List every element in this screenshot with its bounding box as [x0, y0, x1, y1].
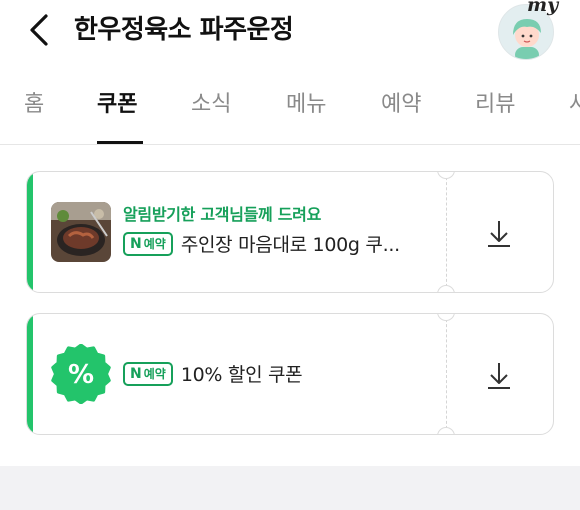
download-icon: [488, 221, 510, 247]
naver-reservation-badge: N 예약: [123, 231, 173, 256]
coupon-card[interactable]: % N 예약 10% 할인 쿠폰: [26, 313, 554, 435]
badge-n-letter: N: [130, 235, 142, 252]
coupon-card[interactable]: 알림받기한 고객님들께 드려요 N 예약 주인장 마음대로 100g 쿠...: [26, 171, 554, 293]
active-tab-indicator: [97, 141, 143, 144]
tab-menu[interactable]: 메뉴: [286, 88, 326, 122]
back-button[interactable]: [24, 10, 58, 50]
coupon-promo-text: 알림받기한 고객님들께 드려요: [123, 205, 322, 224]
tab-home[interactable]: 홈: [24, 88, 44, 122]
download-button[interactable]: [467, 353, 531, 397]
tab-news[interactable]: 소식: [191, 88, 231, 122]
badge-n-letter: N: [130, 365, 142, 382]
percent-icon: %: [51, 343, 111, 405]
coupon-accent-bar: [27, 172, 33, 292]
section-separator: [0, 466, 580, 510]
coupon-divider: [446, 314, 447, 434]
coupon-notch-bottom: [437, 285, 455, 292]
header: 한우정육소 파주운정 my: [0, 0, 580, 64]
page-title: 한우정육소 파주운정: [74, 15, 294, 45]
svg-text:%: %: [68, 360, 94, 390]
badge-label: 예약: [143, 237, 166, 251]
coupon-name: 10% 할인 쿠폰: [180, 364, 303, 386]
tab-reservation[interactable]: 예약: [381, 88, 421, 122]
download-button[interactable]: [467, 211, 531, 255]
chevron-left-icon: [30, 14, 48, 46]
tab-bar: 홈 쿠폰 소식 메뉴 예약 리뷰 사: [0, 78, 580, 145]
naver-reservation-badge: N 예약: [123, 361, 173, 386]
my-badge: my: [527, 0, 559, 16]
coupon-thumbnail: [51, 202, 111, 262]
coupon-notch-top: [437, 172, 455, 179]
tab-photo[interactable]: 사: [569, 88, 580, 122]
badge-label: 예약: [143, 367, 166, 381]
coupon-name: 주인장 마음대로 100g 쿠...: [180, 234, 400, 256]
tab-coupon[interactable]: 쿠폰: [97, 88, 137, 122]
coupon-notch-bottom: [437, 427, 455, 434]
download-icon: [488, 363, 510, 389]
coupon-accent-bar: [27, 314, 33, 434]
coupon-info-row: N 예약 10% 할인 쿠폰: [123, 360, 303, 387]
coupon-divider: [446, 172, 447, 292]
tab-review[interactable]: 리뷰: [475, 88, 515, 122]
coupon-info-row: N 예약 주인장 마음대로 100g 쿠...: [123, 230, 400, 257]
coupon-notch-top: [437, 314, 455, 321]
